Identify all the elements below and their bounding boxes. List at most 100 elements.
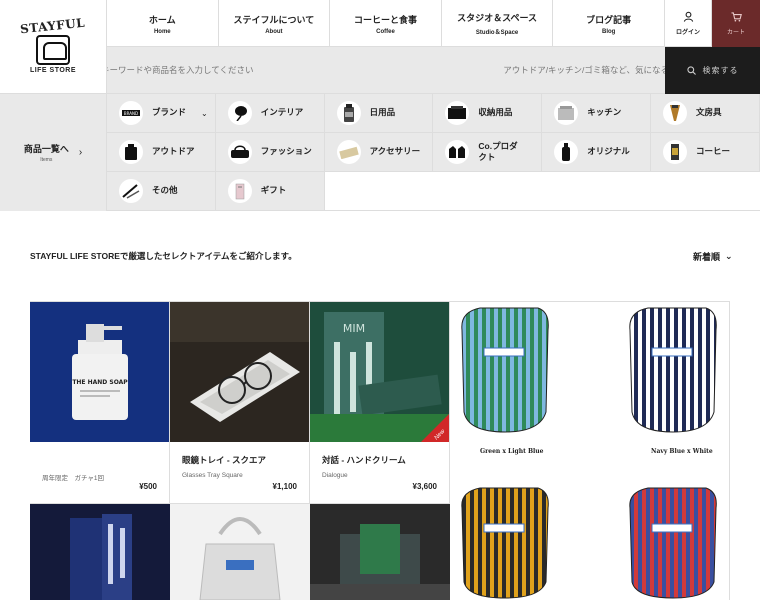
product-card[interactable] [170,504,310,600]
search-icon [686,66,696,75]
category-fashion[interactable]: ファッション [215,133,325,172]
chevron-right-icon: › [78,147,83,158]
category-stationery[interactable]: 文房具 [650,94,760,133]
category-daily[interactable]: 日用品 [324,94,434,133]
nav-home-label: ホーム [148,14,176,25]
category-gift[interactable]: ギフト [215,172,325,211]
nav-about-sublabel: About [265,28,283,35]
category-label: その他 [152,185,178,196]
search-button[interactable]: 検索する [665,47,760,94]
product-title: 眼鏡トレイ - スクエア [182,455,267,465]
product-card[interactable] [310,504,450,600]
product-card[interactable]: THE HAND SOAP 周年限定 ガチャ1回 ¥500 [30,302,170,504]
category-empty [324,172,434,211]
svg-text:BRAND: BRAND [124,111,138,116]
lamp-icon [227,101,252,125]
nav-blog-label: ブログ記事 [586,14,632,25]
product-card[interactable]: 眼鏡トレイ - スクエア Glasses Tray Square ¥1,100 [170,302,310,504]
product-subtitle: 周年限定 ガチャ1回 [42,475,105,482]
soap-label: THE HAND SOAP [72,379,128,386]
category-label: 日用品 [369,107,396,118]
category-empty [542,172,651,211]
chevron-down-icon: ⌄ [725,251,733,261]
search-placeholder: キーワードや商品名を入力してください [107,65,254,75]
category-label: 文房具 [695,107,722,118]
login-button[interactable]: ログイン [665,0,712,47]
product-card[interactable]: MIM New 対話 - ハンドクリーム Dialogue ¥3,600 [310,302,450,504]
category-label: Co.プロダクト [478,140,518,162]
main-nav: ホーム Home ステイフルについて About コーヒーと食事 Coffee スタジ… [107,0,665,47]
tools-icon [119,179,143,203]
category-accessory[interactable]: アクセサリー [324,133,434,172]
product-price: ¥3,600 [412,482,437,491]
pouch-caption: Navy Blue x White [651,448,713,455]
gift-icon [227,179,252,203]
logo-illustration [36,35,70,65]
logo-bottom-text: LIFE STORE [29,67,77,74]
nav-blog[interactable]: ブログ記事 Blog [553,0,665,47]
brand-icon: BRAND [119,101,143,125]
nav-coffee-sublabel: Coffee [376,28,395,35]
nav-coffee[interactable]: コーヒーと食事 Coffee [330,0,442,47]
category-kitchen[interactable]: キッチン [542,94,651,133]
category-coffee[interactable]: コーヒー [650,133,760,172]
product-image [310,504,450,600]
cream-brand: MIM [343,322,365,335]
nav-home[interactable]: ホーム Home [107,0,219,47]
category-label: 収納用品 [478,107,513,118]
nav-blog-sublabel: Blog [602,28,616,35]
product-image [30,504,170,600]
category-label: キッチン [587,107,622,118]
category-other[interactable]: その他 [107,172,216,211]
category-label: アクセサリー [369,146,421,157]
nav-studio[interactable]: スタジオ＆スペース Studio＆Space [442,0,554,47]
category-brand[interactable]: BRAND ブランド ⌄ [107,94,216,133]
all-items-title: 商品一覧へ [23,144,69,154]
category-label: インテリア [260,107,304,118]
category-empty [433,172,543,211]
category-interior[interactable]: インテリア [215,94,325,133]
sort-label: 新着順 [693,252,721,262]
nav-about-label: ステイフルについて [233,14,315,25]
bag-icon [227,140,252,164]
nav-studio-label: スタジオ＆スペース [457,13,538,23]
glove-icon [445,140,470,164]
box-icon [445,101,470,125]
cart-button[interactable]: カート [712,0,760,47]
accessory-icon [336,140,361,164]
product-card[interactable] [30,504,170,600]
search-input[interactable]: キーワードや商品名を入力してください アウトドア/キッチン/ゴミ箱など、気になる [107,47,665,94]
product-title: 対話 - ハンドクリーム [322,455,406,465]
product-price: ¥500 [139,482,157,491]
logo-top-text: STAYFUL [19,15,87,37]
category-outdoor[interactable]: アウトドア [107,133,216,172]
bottle-icon [336,101,361,125]
chevron-down-icon: ⌄ [201,108,208,118]
category-empty [650,172,760,211]
category-label: アウトドア [152,146,195,157]
outdoor-icon [119,140,143,164]
product-image: THE HAND SOAP [30,302,169,442]
product-card-pouches[interactable]: Green x Light Blue Navy Blue x White [450,302,729,600]
category-label: コーヒー [695,146,730,157]
category-co-product[interactable]: Co.プロダクト [433,133,543,172]
pen-icon [662,101,687,125]
search-hint: アウトドア/キッチン/ゴミ箱など、気になる [503,65,665,75]
pouch-caption: Green x Light Blue [480,448,544,455]
category-original[interactable]: オリジナル [542,133,651,172]
grid-divider [729,301,730,600]
all-items-link[interactable]: 商品一覧へ Items › [0,94,107,211]
product-image [170,504,310,600]
nav-about[interactable]: ステイフルについて About [219,0,331,47]
all-items-subtitle: Items [40,157,53,163]
category-label: ファッション [260,146,312,157]
product-image [170,302,309,442]
product-subtitle: Dialogue [322,472,348,479]
category-storage[interactable]: 収納用品 [433,94,543,133]
sort-dropdown[interactable]: 新着順 ⌄ [693,250,733,263]
category-label: ギフト [260,185,287,196]
product-image: MIM New [310,302,449,442]
kitchen-icon [554,101,579,125]
flask-icon [554,140,579,164]
store-logo[interactable]: STAYFUL LIFE STORE [0,0,107,94]
